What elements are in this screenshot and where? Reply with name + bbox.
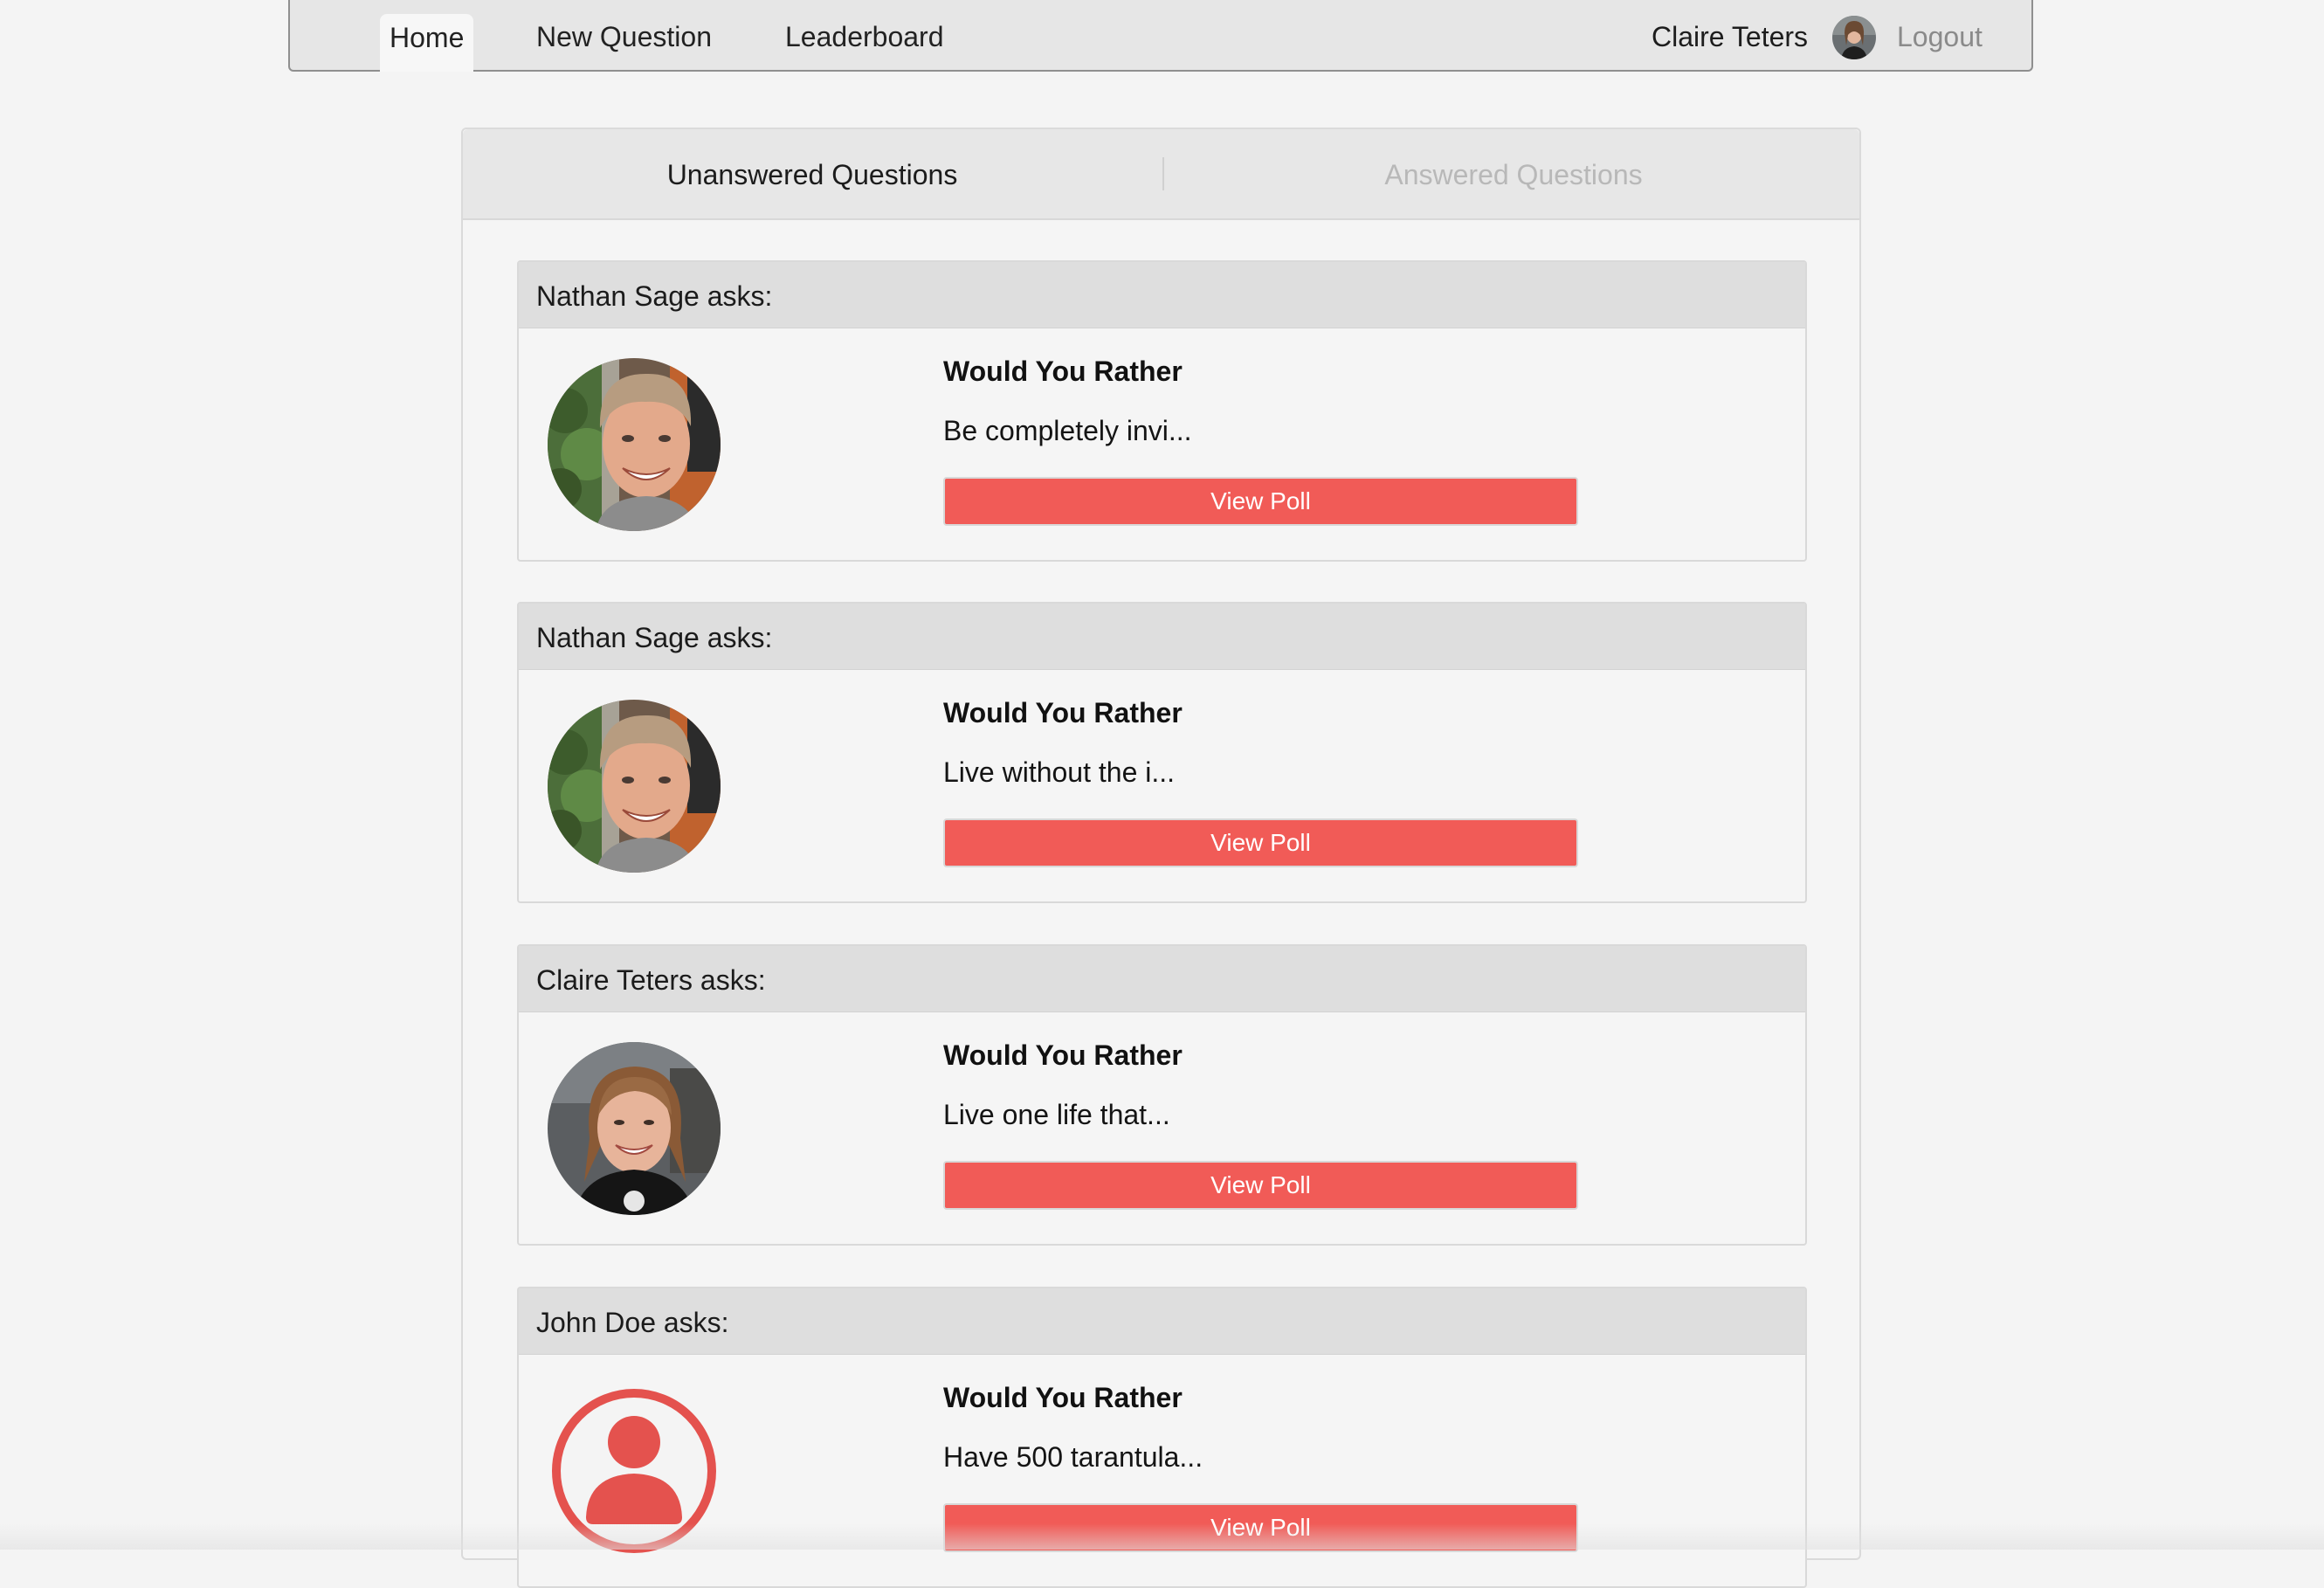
question-snippet: Live one life that... <box>943 1099 1170 1130</box>
question-author-header: Nathan Sage asks: <box>519 604 1805 670</box>
question-author-header: John Doe asks: <box>519 1288 1805 1355</box>
current-user-name: Claire Teters <box>1652 21 1809 52</box>
logout-link[interactable]: Logout <box>1897 0 1983 72</box>
question-author-header: Nathan Sage asks: <box>519 262 1805 328</box>
nav-home-link[interactable]: Home <box>380 14 474 72</box>
question-card: Claire Teters asks: Would You Rather Liv… <box>517 944 1807 1246</box>
view-poll-button[interactable]: View Poll <box>943 477 1578 526</box>
question-snippet: Live without the i... <box>943 756 1176 788</box>
nav-leaderboard-link[interactable]: Leaderboard <box>785 0 943 72</box>
question-author-header: Claire Teters asks: <box>519 946 1805 1012</box>
question-tabs: Unanswered Questions Answered Questions <box>463 129 1859 220</box>
current-user-avatar <box>1832 16 1876 59</box>
tab-answered-questions[interactable]: Answered Questions <box>1164 129 1863 218</box>
bottom-fade <box>0 1523 2324 1550</box>
questions-panel: Unanswered Questions Answered Questions … <box>461 128 1861 1588</box>
nathan-sage-avatar <box>548 358 721 531</box>
tab-unanswered-questions[interactable]: Unanswered Questions <box>463 129 1162 218</box>
nav-new-question-link[interactable]: New Question <box>536 0 712 72</box>
nathan-sage-avatar <box>548 700 721 873</box>
question-snippet: Have 500 tarantula... <box>943 1441 1203 1473</box>
question-card: Nathan Sage asks: Would You Rather Live … <box>517 602 1807 903</box>
question-title: Would You Rather <box>943 1382 1183 1413</box>
question-title: Would You Rather <box>943 1039 1183 1071</box>
question-title: Would You Rather <box>943 356 1183 387</box>
view-poll-button[interactable]: View Poll <box>943 1161 1578 1210</box>
question-card: Nathan Sage asks: Would You Rather Be co… <box>517 260 1807 562</box>
claire-teters-avatar <box>548 1042 721 1215</box>
view-poll-button[interactable]: View Poll <box>943 818 1578 867</box>
question-snippet: Be completely invi... <box>943 415 1192 446</box>
question-title: Would You Rather <box>943 697 1183 728</box>
top-navbar: Home New Question Leaderboard Claire Tet… <box>288 0 2033 72</box>
